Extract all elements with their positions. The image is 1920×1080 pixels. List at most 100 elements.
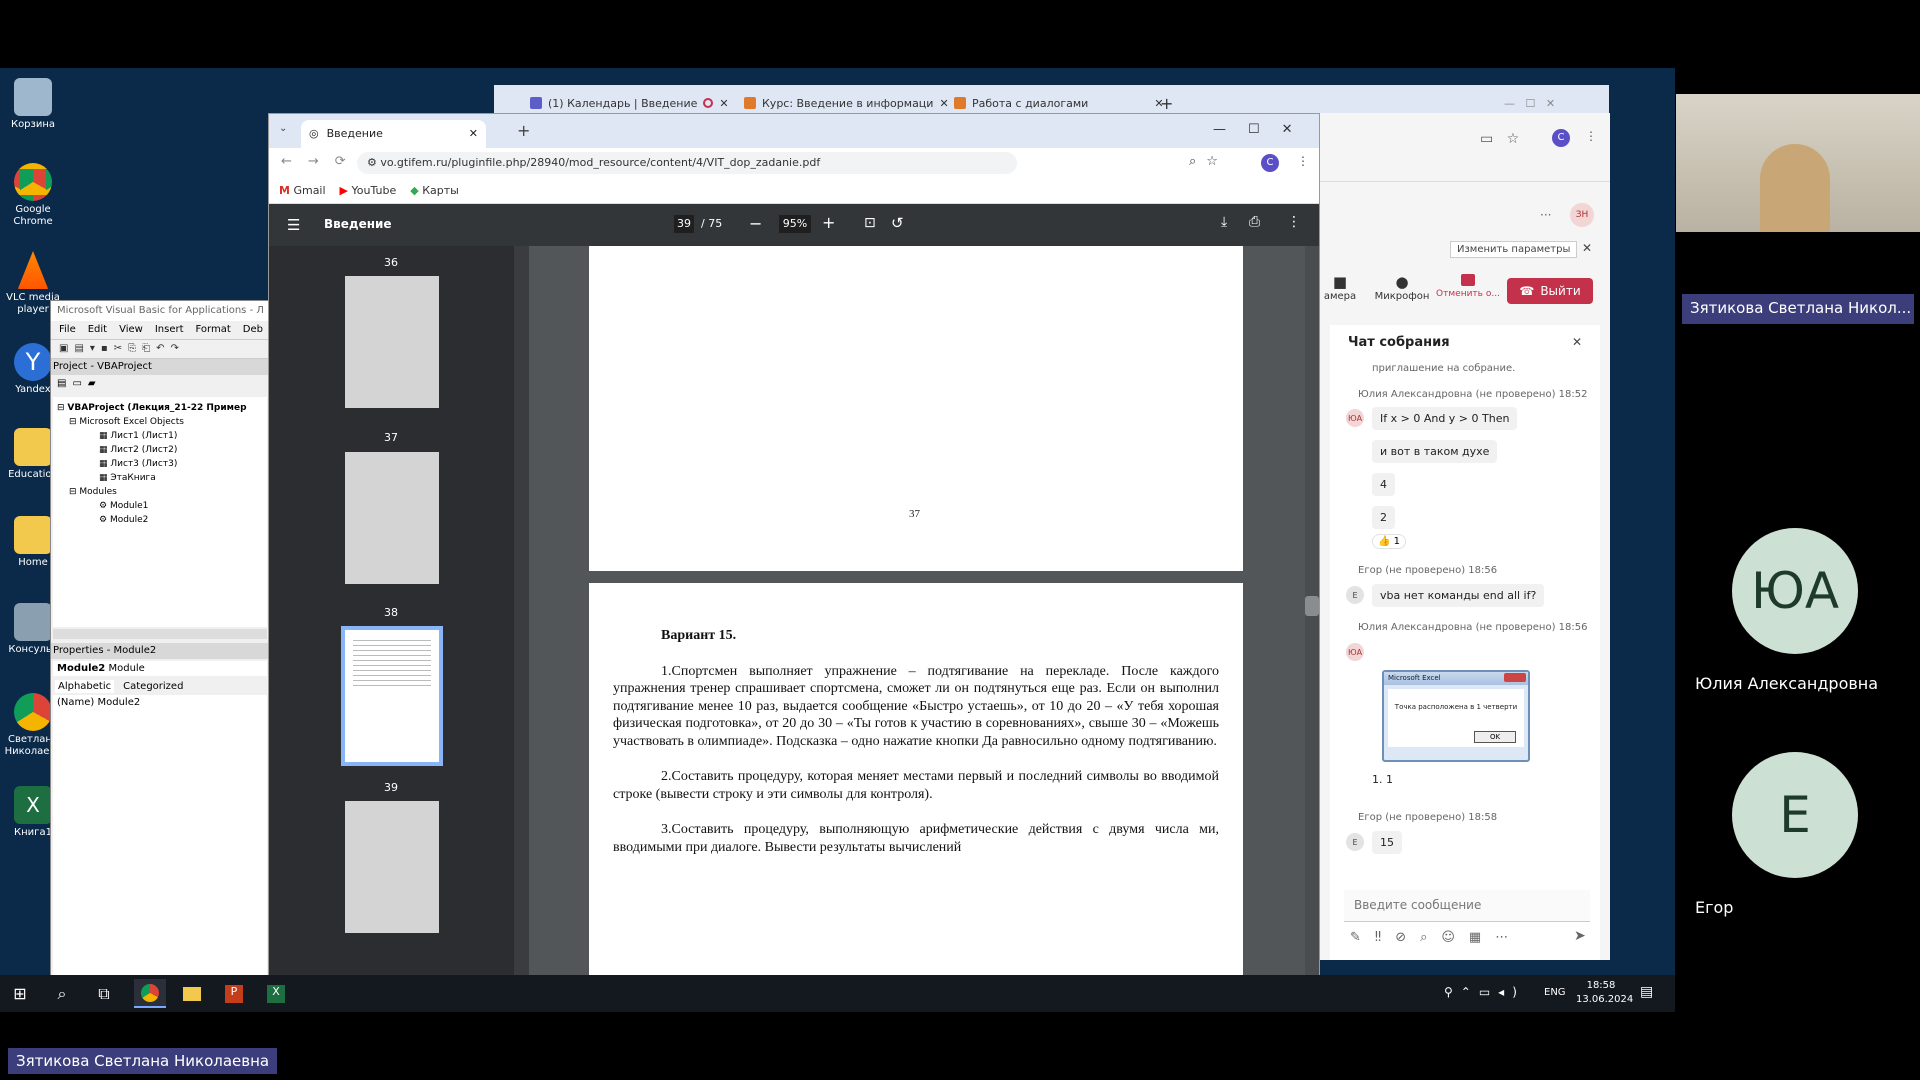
menu-insert[interactable]: Insert [155, 324, 184, 336]
more-options-icon[interactable]: ··· [1540, 208, 1551, 222]
profile-avatar[interactable]: С [1552, 129, 1570, 147]
avatar: Е [1346, 833, 1364, 851]
profile-avatar[interactable]: С [1261, 154, 1279, 172]
zoom-in-button[interactable]: + [822, 213, 835, 232]
bookmarks-bar: M Gmail ▶ YouTube ◆ Карты [269, 178, 1319, 204]
new-tab-button[interactable]: + [517, 121, 530, 140]
scrollbar-thumb[interactable] [1305, 596, 1319, 616]
url-field[interactable]: ⚙ vo.gtifem.ru/pluginfile.php/28940/mod_… [357, 152, 1017, 174]
tree-item[interactable]: ▦ Лист3 (Лист3) [57, 457, 263, 471]
leave-button[interactable]: ☎ Выйти [1507, 278, 1593, 304]
reaction-badge[interactable]: 👍 1 [1372, 534, 1406, 549]
cancel-share-button[interactable]: Отменить о... [1432, 273, 1504, 299]
nav-buttons[interactable]: ←→⟳ [281, 154, 362, 169]
pdf-scrollbar[interactable] [1305, 246, 1319, 976]
zoom-input[interactable]: 95% [779, 215, 811, 233]
tree-item[interactable]: ⊟ Microsoft Excel Objects [57, 415, 263, 429]
close-icon[interactable]: ✕ [1572, 335, 1582, 349]
more-icon[interactable]: ⋮ [1585, 129, 1597, 143]
start-button[interactable]: ⊞ [4, 979, 36, 1008]
taskbar-powerpoint[interactable]: P [218, 979, 250, 1008]
close-icon[interactable]: ✕ [939, 97, 948, 110]
excel-dialog-screenshot[interactable]: Microsoft Excel Точка расположена в 1 че… [1382, 670, 1530, 762]
page-number-input[interactable]: 39 [674, 215, 694, 233]
avatar: Е [1346, 586, 1364, 604]
new-tab-button[interactable]: + [1160, 91, 1173, 115]
microphone-button[interactable]: ● Микрофон [1372, 273, 1432, 302]
send-icon[interactable]: ➤ [1574, 928, 1586, 944]
taskbar-excel[interactable]: X [260, 979, 292, 1008]
tab-alphabetic[interactable]: Alphabetic [55, 680, 115, 693]
thumbnail-page-40[interactable] [345, 801, 439, 933]
thumb-label: 38 [384, 606, 398, 619]
tab-calendar[interactable]: (1) Календарь | Введение ✕ [530, 91, 729, 115]
properties-object-select[interactable]: Module2 Module [53, 661, 267, 676]
more-icon[interactable]: ⋮ [1287, 214, 1301, 230]
menu-format[interactable]: Format [196, 324, 231, 336]
address-actions[interactable]: ⌕☆ [1189, 154, 1228, 169]
vba-toolbar[interactable]: ▣▤▾▪✂⎘⎗↶↷ [51, 339, 269, 359]
search-button[interactable]: ⌕ [46, 979, 78, 1008]
taskbar-explorer[interactable] [176, 979, 208, 1008]
chat-input[interactable]: Введите сообщение [1344, 890, 1590, 922]
chat-message: 1. 1 [1372, 773, 1393, 786]
language-indicator[interactable]: ENG [1544, 987, 1566, 998]
menu-debug[interactable]: Deb [243, 324, 263, 336]
zoom-out-button[interactable]: − [749, 214, 762, 233]
tab-search-icon[interactable]: ⌄ [279, 123, 287, 134]
user-avatar[interactable]: ЗН [1570, 203, 1594, 227]
rotate-icon[interactable]: ↺ [891, 214, 904, 232]
message-meta: Юлия Александровна (не проверено) 18:56 [1358, 622, 1588, 633]
taskbar-chrome[interactable] [134, 979, 166, 1008]
tab-course[interactable]: Курс: Введение в информаци ✕ [744, 91, 949, 115]
tree-item[interactable]: ▦ ЭтаКнига [57, 471, 263, 485]
print-icon[interactable]: ⎙ [1249, 214, 1260, 230]
window-controls[interactable]: —☐✕ [1213, 122, 1315, 137]
fit-page-icon[interactable]: ⊡ [864, 215, 876, 231]
task-view-button[interactable]: ⧉ [88, 979, 120, 1008]
windows-icon: ⊞ [13, 984, 27, 1003]
course-icon [744, 97, 756, 109]
desktop-icon-recycle-bin[interactable]: Корзина [4, 78, 62, 131]
tree-item[interactable]: ▦ Лист2 (Лист2) [57, 443, 263, 457]
download-icon[interactable]: ⤓ [1221, 214, 1227, 230]
scrollbar[interactable] [53, 629, 267, 639]
tree-item[interactable]: ⚙ Module2 [57, 513, 263, 527]
bookmark-maps[interactable]: ◆ Карты [410, 184, 459, 197]
desktop-icon-chrome[interactable]: Google Chrome [4, 163, 62, 228]
system-tray-icons[interactable]: ⚲⌃▭◂) [1444, 985, 1525, 999]
bookmark-gmail[interactable]: M Gmail [279, 184, 326, 197]
thumbnail-scrollbar[interactable] [514, 246, 529, 976]
project-toolbar[interactable]: ▤▭▰ [51, 375, 269, 397]
change-params-button[interactable]: Изменить параметры [1450, 241, 1578, 258]
more-icon[interactable]: ⋮ [1297, 154, 1309, 168]
menu-file[interactable]: File [59, 324, 76, 336]
close-icon[interactable]: ✕ [1582, 241, 1592, 255]
compose-toolbar[interactable]: ✎‼⊘⌕☺▦⋯ [1350, 930, 1522, 945]
menu-icon[interactable]: ☰ [287, 216, 300, 234]
tab-categorized[interactable]: Categorized [120, 680, 186, 693]
tree-item[interactable]: ▦ Лист1 (Лист1) [57, 429, 263, 443]
browser-toolbar-icons: ▭ ☆ [1480, 131, 1520, 147]
thumbnail-page-37[interactable] [345, 276, 439, 408]
tab-dialogs[interactable]: Работа с диалогами ✕ [954, 91, 1164, 115]
vlc-icon [17, 251, 49, 289]
tree-item[interactable]: ⊟ Modules [57, 485, 263, 499]
tree-item[interactable]: ⊟ VBAProject (Лекция_21-22 Пример [57, 401, 263, 415]
thumbnail-page-38[interactable] [345, 452, 439, 584]
thumbnail-page-39-selected[interactable] [341, 626, 443, 766]
camera-button[interactable]: ■ амера [1320, 273, 1360, 302]
bookmark-youtube[interactable]: ▶ YouTube [340, 184, 397, 197]
clock[interactable]: 18:58 13.06.2024 [1576, 979, 1633, 1007]
window-controls[interactable]: — ☐ ✕ [1504, 91, 1555, 115]
tab-active[interactable]: ◎ Введение ✕ [301, 120, 486, 148]
close-icon[interactable]: ✕ [719, 97, 728, 110]
menu-view[interactable]: View [119, 324, 143, 336]
menu-edit[interactable]: Edit [88, 324, 107, 336]
notifications-icon[interactable]: ▤ [1640, 984, 1653, 1000]
participant-avatar: ЮА [1732, 528, 1858, 654]
tree-item[interactable]: ⚙ Module1 [57, 499, 263, 513]
properties-tabs: Alphabetic Categorized [51, 678, 269, 695]
close-icon[interactable]: ✕ [469, 127, 478, 141]
task-view-icon: ⧉ [98, 983, 110, 1003]
